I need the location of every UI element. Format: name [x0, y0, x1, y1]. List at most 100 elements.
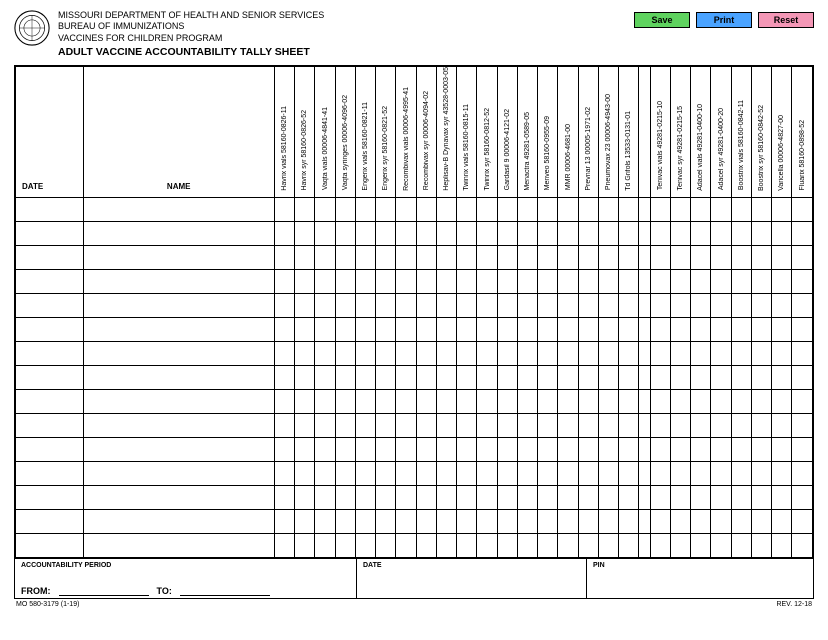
tally-cell[interactable]	[558, 245, 578, 269]
tally-cell[interactable]	[670, 461, 690, 485]
tally-cell[interactable]	[538, 221, 558, 245]
tally-cell[interactable]	[639, 461, 650, 485]
tally-cell[interactable]	[355, 365, 375, 389]
tally-cell[interactable]	[619, 413, 639, 437]
tally-cell[interactable]	[355, 413, 375, 437]
tally-cell[interactable]	[731, 389, 751, 413]
tally-cell[interactable]	[598, 365, 618, 389]
tally-cell[interactable]	[335, 509, 355, 533]
tally-cell[interactable]	[558, 485, 578, 509]
tally-cell[interactable]	[416, 485, 436, 509]
tally-cell[interactable]	[274, 389, 294, 413]
tally-cell[interactable]	[731, 317, 751, 341]
tally-cell[interactable]	[639, 365, 650, 389]
tally-cell[interactable]	[457, 461, 477, 485]
tally-cell[interactable]	[436, 245, 456, 269]
tally-cell[interactable]	[376, 533, 396, 557]
tally-cell[interactable]	[650, 221, 670, 245]
tally-cell[interactable]	[436, 413, 456, 437]
tally-cell[interactable]	[355, 437, 375, 461]
tally-cell[interactable]	[650, 509, 670, 533]
tally-cell[interactable]	[650, 269, 670, 293]
tally-cell[interactable]	[497, 365, 517, 389]
tally-cell[interactable]	[731, 413, 751, 437]
tally-cell[interactable]	[711, 413, 731, 437]
tally-cell[interactable]	[538, 533, 558, 557]
tally-cell[interactable]	[396, 389, 416, 413]
tally-cell[interactable]	[295, 389, 315, 413]
tally-cell[interactable]	[517, 341, 537, 365]
tally-cell[interactable]	[295, 437, 315, 461]
tally-cell[interactable]	[396, 461, 416, 485]
tally-cell[interactable]	[436, 509, 456, 533]
name-cell[interactable]	[83, 389, 274, 413]
tally-cell[interactable]	[558, 533, 578, 557]
tally-cell[interactable]	[436, 293, 456, 317]
tally-cell[interactable]	[670, 413, 690, 437]
tally-cell[interactable]	[639, 485, 650, 509]
tally-cell[interactable]	[578, 293, 598, 317]
tally-cell[interactable]	[274, 413, 294, 437]
tally-cell[interactable]	[396, 317, 416, 341]
tally-cell[interactable]	[598, 269, 618, 293]
tally-cell[interactable]	[477, 485, 497, 509]
tally-cell[interactable]	[598, 389, 618, 413]
tally-cell[interactable]	[355, 461, 375, 485]
tally-cell[interactable]	[650, 245, 670, 269]
tally-cell[interactable]	[792, 485, 813, 509]
tally-cell[interactable]	[772, 341, 792, 365]
tally-cell[interactable]	[376, 341, 396, 365]
tally-cell[interactable]	[376, 389, 396, 413]
tally-cell[interactable]	[477, 245, 497, 269]
tally-cell[interactable]	[650, 389, 670, 413]
tally-cell[interactable]	[558, 509, 578, 533]
date-cell[interactable]	[16, 509, 84, 533]
tally-cell[interactable]	[711, 365, 731, 389]
tally-cell[interactable]	[376, 245, 396, 269]
tally-cell[interactable]	[639, 509, 650, 533]
date-cell[interactable]	[16, 245, 84, 269]
tally-cell[interactable]	[335, 533, 355, 557]
name-cell[interactable]	[83, 485, 274, 509]
tally-cell[interactable]	[355, 317, 375, 341]
tally-cell[interactable]	[497, 389, 517, 413]
tally-cell[interactable]	[416, 533, 436, 557]
tally-cell[interactable]	[457, 365, 477, 389]
tally-cell[interactable]	[477, 533, 497, 557]
tally-cell[interactable]	[396, 533, 416, 557]
tally-cell[interactable]	[355, 509, 375, 533]
name-cell[interactable]	[83, 245, 274, 269]
tally-cell[interactable]	[517, 389, 537, 413]
tally-cell[interactable]	[497, 293, 517, 317]
tally-cell[interactable]	[792, 365, 813, 389]
tally-cell[interactable]	[598, 293, 618, 317]
tally-cell[interactable]	[274, 365, 294, 389]
tally-cell[interactable]	[274, 485, 294, 509]
tally-cell[interactable]	[295, 509, 315, 533]
tally-cell[interactable]	[315, 269, 335, 293]
tally-cell[interactable]	[295, 533, 315, 557]
tally-cell[interactable]	[497, 461, 517, 485]
tally-cell[interactable]	[355, 389, 375, 413]
tally-cell[interactable]	[396, 485, 416, 509]
tally-cell[interactable]	[711, 317, 731, 341]
tally-cell[interactable]	[315, 317, 335, 341]
tally-cell[interactable]	[650, 293, 670, 317]
tally-cell[interactable]	[517, 461, 537, 485]
tally-cell[interactable]	[497, 317, 517, 341]
tally-cell[interactable]	[639, 437, 650, 461]
tally-cell[interactable]	[497, 341, 517, 365]
tally-cell[interactable]	[670, 197, 690, 221]
date-cell[interactable]	[16, 437, 84, 461]
name-cell[interactable]	[83, 341, 274, 365]
tally-cell[interactable]	[711, 197, 731, 221]
tally-cell[interactable]	[751, 197, 771, 221]
tally-cell[interactable]	[538, 365, 558, 389]
tally-cell[interactable]	[731, 197, 751, 221]
tally-cell[interactable]	[335, 269, 355, 293]
tally-cell[interactable]	[335, 293, 355, 317]
tally-cell[interactable]	[477, 221, 497, 245]
tally-cell[interactable]	[792, 221, 813, 245]
tally-cell[interactable]	[711, 221, 731, 245]
tally-cell[interactable]	[396, 293, 416, 317]
